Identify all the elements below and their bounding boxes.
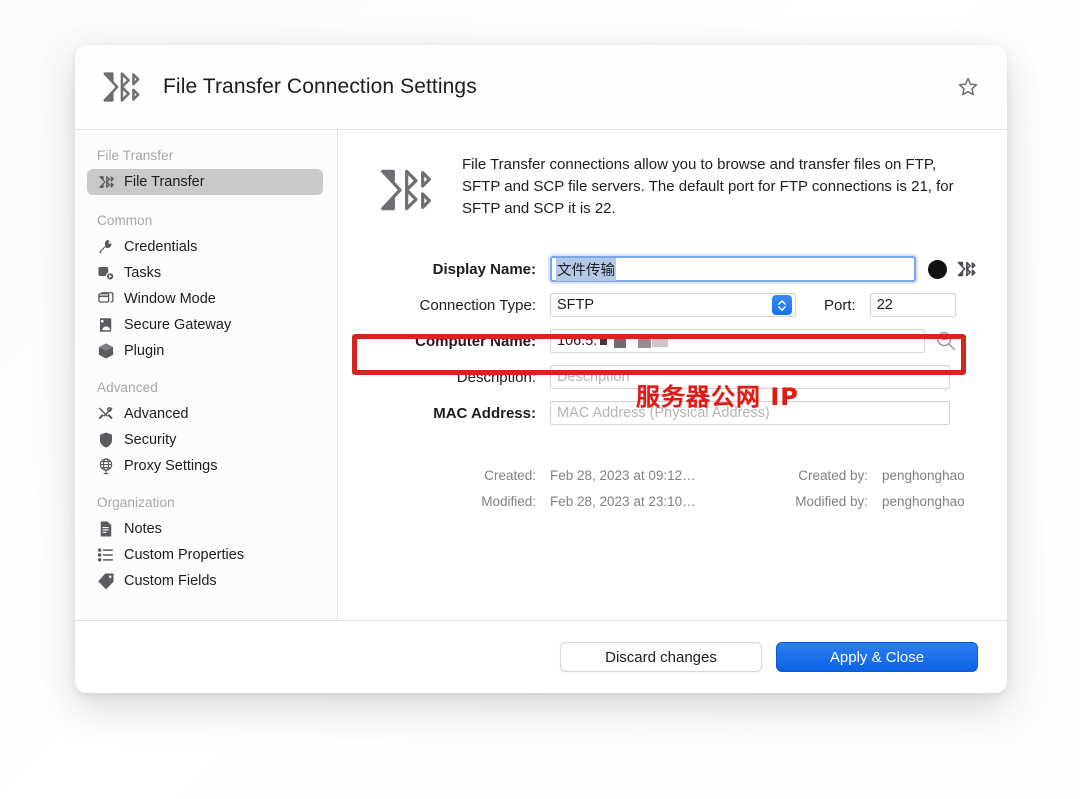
file-transfer-icon [97,64,143,110]
redaction-block [600,337,608,345]
computer-name-input[interactable]: 106.5. [550,329,925,353]
settings-sidebar: File Transfer File Transfer Common Crede… [75,130,338,620]
created-by-value: penghonghao [882,467,965,483]
modified-by-value: penghonghao [882,493,965,509]
tasks-icon [96,264,115,283]
sidebar-item-window-mode[interactable]: Window Mode [87,286,323,312]
tools-icon [96,405,115,424]
sidebar-item-label: Tasks [124,265,162,281]
modified-label: Modified: [481,493,536,509]
description-label: Description: [456,368,536,386]
sidebar-item-notes[interactable]: Notes [87,516,323,542]
secure-gateway-icon [96,316,115,335]
file-transfer-icon[interactable] [955,258,977,280]
sidebar-item-custom-fields[interactable]: Custom Fields [87,568,323,594]
sidebar-item-proxy-settings[interactable]: Proxy Settings [87,453,323,479]
key-icon [96,238,115,257]
display-name-label: Display Name: [432,260,536,278]
display-name-input[interactable]: 文件传输 [550,256,916,282]
sidebar-item-plugin[interactable]: Plugin [87,338,323,364]
sidebar-item-label: Plugin [124,343,165,359]
color-swatch[interactable] [928,259,947,279]
settings-window: File Transfer Connection Settings File T… [75,45,1007,693]
sidebar-item-label: Security [124,432,177,448]
sidebar-item-label: Custom Fields [124,573,217,589]
sidebar-group-title: File Transfer [97,148,174,163]
sidebar-item-advanced[interactable]: Advanced [87,401,323,427]
tag-icon [96,572,115,591]
connection-type-select[interactable]: SFTP [550,293,796,317]
apply-and-close-button[interactable]: Apply & Close [776,642,978,672]
sidebar-item-credentials[interactable]: Credentials [87,234,323,260]
computer-name-value: 106.5. [557,333,598,349]
window-mode-icon [96,290,115,309]
window-titlebar: File Transfer Connection Settings [75,45,1007,130]
sidebar-item-custom-properties[interactable]: Custom Properties [87,542,323,568]
sidebar-group-advanced: Advanced Advanced Security Proxy Setting… [87,380,323,479]
connection-type-label: Connection Type: [419,296,536,314]
globe-icon [96,457,115,476]
sidebar-item-file-transfer[interactable]: File Transfer [87,169,323,195]
display-name-value: 文件传输 [556,257,616,281]
connection-type-value: SFTP [557,297,595,313]
plugin-cube-icon [96,342,115,361]
window-footer: Discard changes Apply & Close [75,620,1007,693]
settings-main-panel: File Transfer connections allow you to b… [338,130,1007,620]
sidebar-item-tasks[interactable]: Tasks [87,260,323,286]
document-icon [96,520,115,539]
file-transfer-icon [372,158,436,222]
sidebar-item-label: Advanced [124,406,189,422]
sidebar-item-label: Window Mode [124,291,216,307]
discard-changes-button[interactable]: Discard changes [560,642,762,672]
modified-value: Feb 28, 2023 at 23:10… [550,493,696,509]
port-value: 22 [876,297,893,313]
list-icon [96,546,115,565]
shield-icon [96,431,115,450]
sidebar-item-label: Custom Properties [124,547,245,563]
redaction-block [638,334,652,348]
sidebar-item-label: Secure Gateway [124,317,232,333]
sidebar-group-organization: Organization Notes Custom Properties Cus… [87,495,323,594]
sidebar-item-label: File Transfer [124,174,205,190]
star-outline-icon[interactable] [953,72,983,102]
redaction-block [614,334,627,348]
mac-address-label: MAC Address: [433,404,536,422]
created-value: Feb 28, 2023 at 09:12… [550,467,696,483]
sidebar-group-file-transfer: File Transfer File Transfer [87,148,323,195]
intro-block: File Transfer connections allow you to b… [360,152,977,222]
file-transfer-icon [96,173,115,192]
modified-row: Modified: Feb 28, 2023 at 23:10… Modifie… [366,488,977,514]
sidebar-group-title: Advanced [97,380,158,395]
sidebar-item-label: Credentials [124,239,198,255]
sidebar-item-security[interactable]: Security [87,427,323,453]
screen: File Transfer Connection Settings File T… [0,0,1080,799]
created-row: Created: Feb 28, 2023 at 09:12… Created … [366,462,977,488]
window-title: File Transfer Connection Settings [163,75,477,98]
modified-by-label: Modified by: [795,493,868,509]
port-label: Port: [824,296,856,314]
search-icon[interactable] [935,330,957,352]
sidebar-group-common: Common Credentials Tasks Window Mode Sec… [87,213,323,364]
chevron-updown-icon[interactable] [772,295,792,315]
created-label: Created: [484,467,536,483]
connection-type-row: Connection Type: SFTP Port: 22 [366,290,977,320]
created-by-label: Created by: [798,467,868,483]
display-name-row: Display Name: 文件传输 [366,254,977,284]
annotation-note-text: 服务器公网 IP [636,383,799,411]
sidebar-item-label: Notes [124,521,162,537]
computer-name-label: Computer Name: [415,332,536,350]
redaction-block [652,335,669,347]
window-body: File Transfer File Transfer Common Crede… [75,130,1007,620]
computer-name-row: Computer Name: 106.5. [366,326,977,356]
sidebar-group-title: Organization [97,495,175,510]
port-input[interactable]: 22 [869,293,956,317]
sidebar-group-title: Common [97,213,153,228]
intro-description: File Transfer connections allow you to b… [462,156,954,217]
main-content: File Transfer connections allow you to b… [338,130,1007,620]
metadata-block: Created: Feb 28, 2023 at 09:12… Created … [360,462,977,514]
description-placeholder: Description [557,369,630,385]
sidebar-item-label: Proxy Settings [124,458,218,474]
sidebar-item-secure-gateway[interactable]: Secure Gateway [87,312,323,338]
